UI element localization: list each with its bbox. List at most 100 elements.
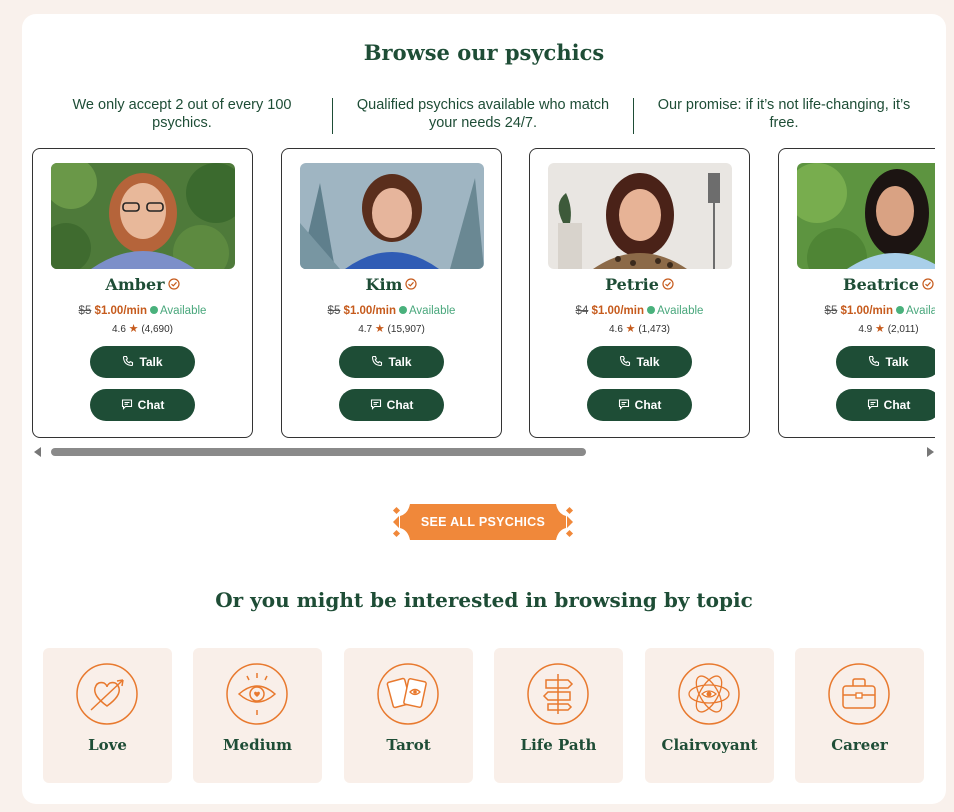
psychic-card[interactable]: Beatrice $5 $1.00/min Available 4.9 ★ (2,… [778,148,935,438]
eye-icon [225,662,289,731]
topic-card-clairvoyant[interactable]: Clairvoyant [645,648,774,783]
psychic-photo[interactable] [548,163,732,269]
verified-badge-icon [167,275,180,294]
star-icon: ★ [374,323,385,335]
chat-label: Chat [634,398,662,412]
price-row: $5 $1.00/min Available [33,305,252,317]
feature-divider [332,98,333,134]
tarot-cards-icon [376,662,440,731]
phone-icon [371,355,383,370]
star-icon: ★ [875,323,885,335]
verified-badge-icon [662,275,674,294]
psychics-carousel[interactable]: Amber $5 $1.00/min Available 4.6 ★ (4,690… [32,148,935,438]
psychic-name-row: Amber [33,275,252,294]
psychic-name: Kim [365,275,403,294]
status-dot-icon [646,306,655,314]
rating-value: 4.7 [358,324,373,335]
old-price: $4 [575,305,589,317]
topic-card-tarot[interactable]: Tarot [344,648,473,783]
topic-label: Tarot [386,736,431,754]
psychic-card[interactable]: Kim $5 $1.00/min Available 4.7 ★ (15,907)… [281,148,502,438]
chat-button[interactable]: Chat [339,389,444,421]
verified-badge-icon [405,275,418,294]
review-count: (4,690) [141,324,174,335]
chat-label: Chat [883,398,911,412]
review-count: (15,907) [387,324,425,335]
scroll-right-arrow-icon[interactable] [927,447,934,457]
psychic-photo[interactable] [300,163,484,269]
chat-label: Chat [386,398,414,412]
chat-button[interactable]: Chat [836,389,935,421]
topic-label: Life Path [520,736,597,754]
chat-bubble-icon [867,398,879,413]
psychic-name: Amber [105,275,165,294]
availability-status: Available [408,305,456,317]
topic-card-life-path[interactable]: Life Path [494,648,623,783]
current-price: $1.00/min [94,305,147,317]
status-dot-icon [149,306,158,314]
heart-arrow-icon [75,662,139,731]
rating-row: 4.7 ★ (15,907) [282,322,501,335]
status-dot-icon [895,306,904,314]
topic-card-medium[interactable]: Medium [193,648,322,783]
chat-label: Chat [137,398,165,412]
signpost-icon [526,662,590,731]
chat-bubble-icon [121,398,133,413]
rating-value: 4.6 [111,324,126,335]
talk-button[interactable]: Talk [587,346,692,378]
scroll-left-arrow-icon[interactable] [34,447,41,457]
topic-label: Clairvoyant [661,736,758,754]
old-price: $5 [824,305,838,317]
topic-label: Love [88,736,127,754]
talk-button[interactable]: Talk [339,346,444,378]
psychic-name-row: Petrie [530,275,749,294]
rating-row: 4.9 ★ (2,011) [779,322,935,335]
talk-button[interactable]: Talk [836,346,935,378]
talk-button[interactable]: Talk [90,346,195,378]
feature-availability: Qualified psychics available who match y… [356,97,610,131]
price-row: $4 $1.00/min Available [530,305,749,317]
feature-divider [633,98,634,134]
current-price: $1.00/min [343,305,396,317]
price-row: $5 $1.00/min Available [282,305,501,317]
orbit-eye-icon [677,662,741,731]
psychic-photo[interactable] [51,163,235,269]
see-all-label: SEE ALL PSYCHICS [420,515,546,529]
rating-value: 4.6 [608,324,623,335]
feature-promise: Our promise: if it’s not life-changing, … [657,97,911,131]
topics-title: Or you might be interested in browsing b… [215,588,753,612]
psychic-card[interactable]: Petrie $4 $1.00/min Available 4.6 ★ (1,47… [529,148,750,438]
topic-card-love[interactable]: Love [43,648,172,783]
phone-icon [868,355,880,370]
talk-label: Talk [636,355,660,369]
star-icon: ★ [625,323,636,335]
section-title: Browse our psychics [363,40,605,65]
current-price: $1.00/min [840,305,893,317]
phone-icon [619,355,631,370]
old-price: $5 [78,305,92,317]
psychic-name-row: Kim [282,275,501,294]
availability-status: Available [656,305,704,317]
psychic-name-row: Beatrice [779,275,935,294]
availability-status: Available [905,305,935,317]
rating-row: 4.6 ★ (4,690) [33,322,252,335]
topic-label: Career [831,736,888,754]
feature-strip: We only accept 2 out of every 100 psychi… [22,96,946,136]
psychic-name: Petrie [605,275,659,294]
chat-bubble-icon [370,398,382,413]
carousel-scrollbar[interactable] [34,444,934,460]
psychic-name: Beatrice [843,275,919,294]
psychic-card[interactable]: Amber $5 $1.00/min Available 4.6 ★ (4,690… [32,148,253,438]
topic-card-career[interactable]: Career [795,648,924,783]
phone-icon [122,355,134,370]
talk-label: Talk [388,355,412,369]
scroll-thumb[interactable] [51,448,586,456]
chat-button[interactable]: Chat [90,389,195,421]
briefcase-icon [827,662,891,731]
current-price: $1.00/min [591,305,644,317]
rating-value: 4.9 [858,324,873,335]
psychic-photo[interactable] [797,163,935,269]
see-all-psychics-button[interactable]: SEE ALL PSYCHICS [390,502,576,542]
status-dot-icon [398,306,407,314]
chat-button[interactable]: Chat [587,389,692,421]
